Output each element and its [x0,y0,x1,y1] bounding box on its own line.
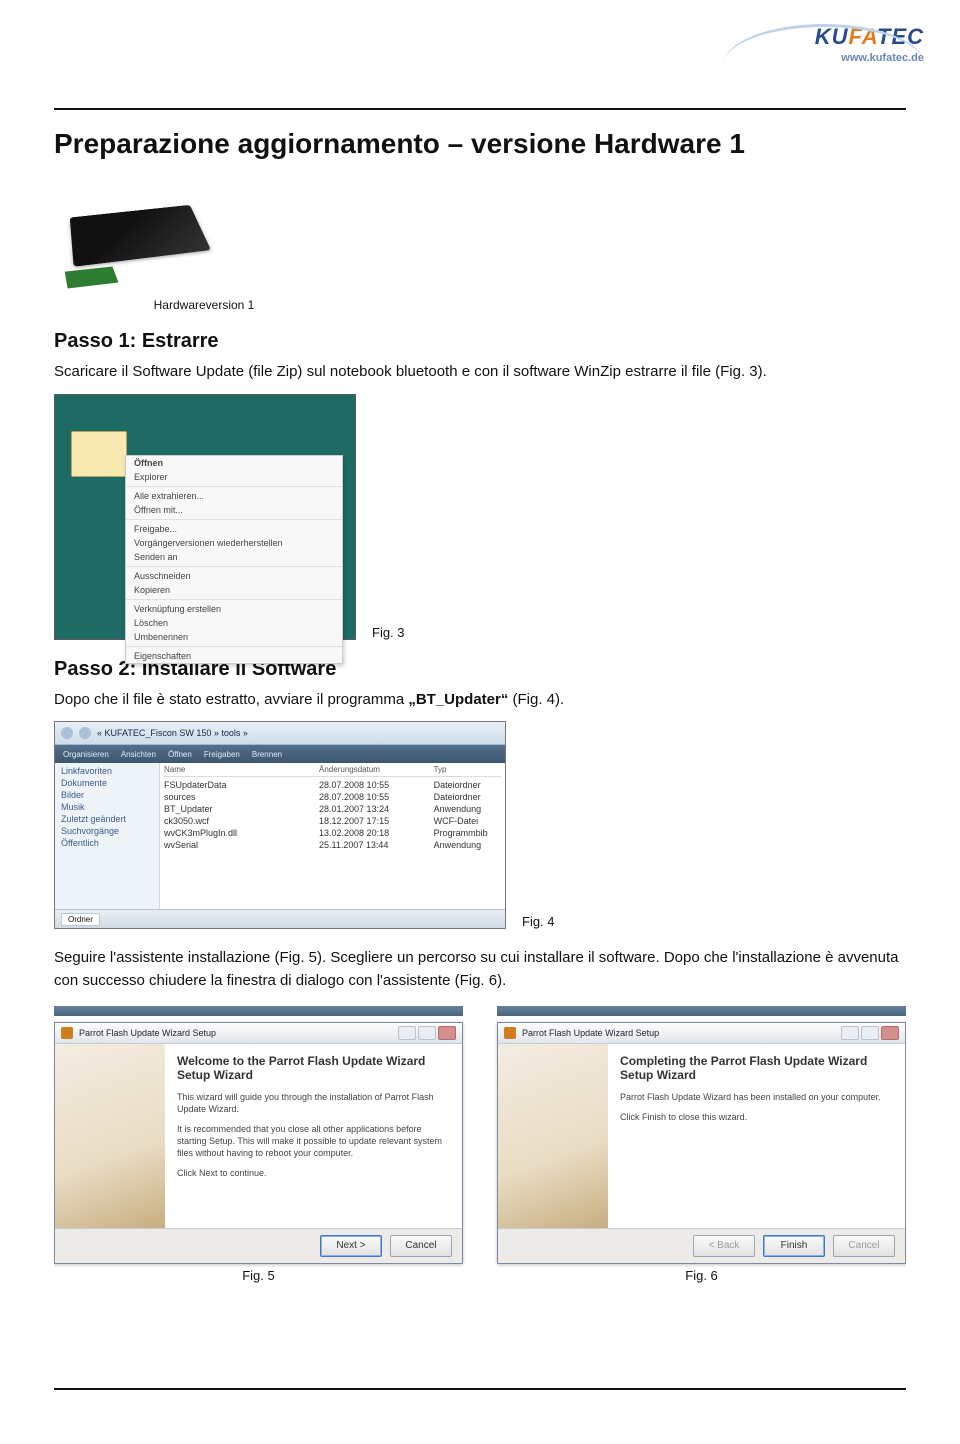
context-menu: Öffnen Explorer Alle extrahieren... Öffn… [125,455,343,664]
app-icon [504,1027,516,1039]
window-title: Parrot Flash Update Wizard Setup [522,1028,841,1038]
menu-item[interactable]: Explorer [126,470,342,484]
back-icon[interactable] [61,727,73,739]
step-2-text: Dopo che il file è stato estratto, avvia… [54,689,906,712]
step-1-text: Scaricare il Software Update (file Zip) … [54,361,906,384]
status-chip[interactable]: Ordner [61,913,100,926]
toolbar-item[interactable]: Organisieren [63,750,109,759]
wizard-text: Click Next to continue. [177,1167,450,1179]
nav-item: Linkfavoriten [59,765,155,777]
window-title: Parrot Flash Update Wizard Setup [79,1028,398,1038]
page-content: Preparazione aggiornamento – versione Ha… [54,128,906,1354]
window-titlebar: Parrot Flash Update Wizard Setup [498,1023,905,1044]
menu-item[interactable]: Vorgängerversionen wiederherstellen [126,536,342,550]
zip-icon [71,431,127,477]
breadcrumb[interactable]: « KUFATEC_Fiscon SW 150 » tools » [97,728,248,738]
file-row[interactable]: FSUpdaterData28.07.2008 10:55Dateiordner [164,779,501,791]
app-icon [61,1027,73,1039]
next-button[interactable]: Next > [320,1235,382,1257]
forward-icon[interactable] [79,727,91,739]
fig6-wizard: Parrot Flash Update Wizard Setup Complet… [497,1006,906,1284]
page-title: Preparazione aggiornamento – versione Ha… [54,128,906,160]
fig4-caption: Fig. 4 [522,914,555,929]
fig3-image: Öffnen Explorer Alle extrahieren... Öffn… [54,394,356,640]
para-fig56: Seguire l'assistente installazione (Fig.… [54,947,906,992]
fig6-caption: Fig. 6 [497,1268,906,1283]
menu-item[interactable]: Umbenennen [126,630,342,644]
wizard-heading: Welcome to the Parrot Flash Update Wizar… [177,1054,450,1083]
wizard-content: Completing the Parrot Flash Update Wizar… [608,1044,905,1228]
menu-item[interactable]: Verknüpfung erstellen [126,599,342,616]
menu-item[interactable]: Ausschneiden [126,566,342,583]
nav-item[interactable]: Öffentlich [59,837,155,849]
device-caption: Hardwareversion 1 [54,298,354,312]
brand-pre: KU [815,24,849,49]
brand-suf: TEC [877,24,924,49]
nav-item[interactable]: Suchvorgänge [59,825,155,837]
wizard-text: This wizard will guide you through the i… [177,1091,450,1115]
file-row[interactable]: wvCK3mPlugIn.dll13.02.2008 20:18Programm… [164,827,501,839]
nav-item[interactable]: Musik [59,801,155,813]
menu-item[interactable]: Löschen [126,616,342,630]
explorer-statusbar: Ordner [55,909,505,928]
fig3-caption: Fig. 3 [372,625,405,640]
file-row[interactable]: wvSerial25.11.2007 13:44Anwendung [164,839,501,851]
minimize-icon[interactable] [398,1026,416,1040]
cancel-button[interactable]: Cancel [390,1235,452,1257]
nav-item[interactable]: Dokumente [59,777,155,789]
footer-rule [54,1388,906,1390]
cancel-button: Cancel [833,1235,895,1257]
step-1-title: Passo 1: Estrarre [54,330,906,353]
wizard-text: It is recommended that you close all oth… [177,1123,450,1159]
window-titlebar: Parrot Flash Update Wizard Setup [55,1023,462,1044]
file-row[interactable]: BT_Updater28.01.2007 13:24Anwendung [164,803,501,815]
nav-pane: Linkfavoriten Dokumente Bilder Musik Zul… [55,763,160,911]
fig5-caption: Fig. 5 [54,1268,463,1283]
file-list: Name Änderungsdatum Typ FSUpdaterData28.… [160,763,505,911]
wizard-content: Welcome to the Parrot Flash Update Wizar… [165,1044,462,1228]
device-image [54,178,234,298]
wizard-heading: Completing the Parrot Flash Update Wizar… [620,1054,893,1083]
nav-item[interactable]: Bilder [59,789,155,801]
wizard-sidebar [55,1044,165,1228]
finish-button[interactable]: Finish [763,1235,825,1257]
menu-item[interactable]: Kopieren [126,583,342,597]
brand-mid: FA [849,24,877,49]
file-row[interactable]: sources28.07.2008 10:55Dateiordner [164,791,501,803]
minimize-icon[interactable] [841,1026,859,1040]
fig5-wizard: Parrot Flash Update Wizard Setup Welcome… [54,1006,463,1284]
file-row[interactable]: ck3050.wcf18.12.2007 17:15WCF-Datei [164,815,501,827]
toolbar-item[interactable]: Brennen [252,750,282,759]
menu-item[interactable]: Öffnen mit... [126,503,342,517]
nav-item[interactable]: Zuletzt geändert [59,813,155,825]
explorer-toolbar: Organisieren Ansichten Öffnen Freigaben … [55,745,505,763]
wizard-text: Parrot Flash Update Wizard has been inst… [620,1091,893,1103]
maximize-icon[interactable] [861,1026,879,1040]
toolbar-item[interactable]: Ansichten [121,750,156,759]
explorer-titlebar: « KUFATEC_Fiscon SW 150 » tools » [55,722,505,745]
file-list-header: Name Änderungsdatum Typ [164,765,501,777]
maximize-icon[interactable] [418,1026,436,1040]
menu-item[interactable]: Öffnen [126,456,342,470]
close-icon[interactable] [881,1026,899,1040]
header-rule [54,108,906,110]
menu-item[interactable]: Eigenschaften [126,646,342,663]
toolbar-item[interactable]: Öffnen [168,750,192,759]
toolbar-item[interactable]: Freigaben [204,750,240,759]
brand-logo: KUFATEC www.kufatec.de [724,24,924,84]
brand-url: www.kufatec.de [724,52,924,64]
wizard-text: Click Finish to close this wizard. [620,1111,893,1123]
wizard-sidebar [498,1044,608,1228]
menu-item[interactable]: Freigabe... [126,519,342,536]
menu-item[interactable]: Senden an [126,550,342,564]
close-icon[interactable] [438,1026,456,1040]
back-button: < Back [693,1235,755,1257]
menu-item[interactable]: Alle extrahieren... [126,486,342,503]
fig4-explorer: « KUFATEC_Fiscon SW 150 » tools » Organi… [54,721,506,929]
